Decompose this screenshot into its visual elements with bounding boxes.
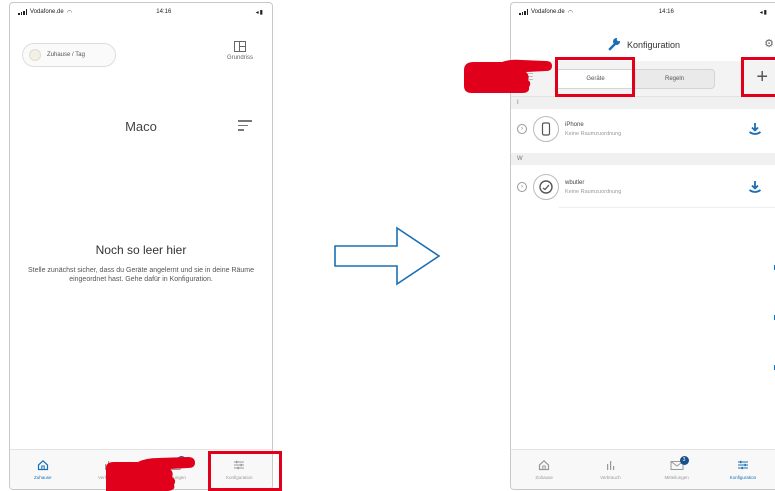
tutorial-canvas: Vodafone.de ◠ 14:16 ◂▮ Zuhause / Tag Gru… [0,0,775,491]
device-room: Keine Raumzuordnung [565,130,622,137]
tab-verbrauch[interactable]: Verbrauch [577,450,643,489]
home-icon [538,459,550,471]
tab-label: Zuhause [535,475,553,480]
signal-icon [18,9,27,15]
install-icon[interactable] [748,122,762,141]
tab-mitteilungen[interactable]: 3 Mitteilungen [644,450,710,489]
status-bar: Vodafone.de ◠ 14:16 ◂▮ [511,3,775,21]
section-header: W [511,153,775,165]
highlight-konfiguration-tab [208,451,282,491]
floorplan-button[interactable]: Grundriss [218,41,262,61]
chevron-right-icon[interactable]: › [517,124,527,134]
home-selector-label: Zuhause / Tag [47,52,85,58]
device-room: Keine Raumzuordnung [565,188,622,195]
segment-regeln[interactable]: Regeln [635,70,714,88]
battery-icon: ◂▮ [759,9,768,16]
tab-zuhause[interactable]: Zuhause [511,450,577,489]
home-avatar-icon [29,49,41,61]
signal-icon [519,9,528,15]
gear-icon[interactable]: ⚙ [764,37,774,50]
floorplan-icon [234,41,246,52]
tab-konfiguration[interactable]: Konfiguration [710,450,775,489]
battery-icon: ◂▮ [255,9,264,16]
highlight-add-button [741,57,775,97]
tab-zuhause[interactable]: Zuhause [10,450,76,489]
highlight-geraete-segment [555,57,635,97]
tab-bar: Zuhause Verbrauch 3 Mitteilungen Konfig [511,449,775,489]
wifi-icon: ◠ [567,9,573,16]
device-name: iPhone [565,121,584,128]
status-time: 14:16 [658,9,674,15]
home-icon [37,459,49,471]
gauge-icon [533,174,559,200]
phone-screen-home: Vodafone.de ◠ 14:16 ◂▮ Zuhause / Tag Gru… [9,2,273,490]
tab-label: Verbrauch [600,475,621,480]
carrier-label: Vodafone.de [30,9,64,15]
nav-bar-title: Konfiguration [511,37,775,53]
status-bar: Vodafone.de ◠ 14:16 ◂▮ [10,3,272,21]
status-time: 14:16 [156,9,172,15]
sliders-icon [737,459,749,471]
tab-label: Mitteilungen [664,475,689,480]
tab-label: Zuhause [33,475,52,480]
room-title: Maco [125,119,157,134]
device-row-wbutler[interactable]: › wbutler Keine Raumzuordnung [511,167,775,207]
device-row-iphone[interactable]: › iPhone Keine Raumzuordnung [511,109,775,149]
wrench-icon [607,37,621,53]
divider [559,207,775,208]
install-icon[interactable] [748,180,762,199]
page-title: Konfiguration [626,40,681,50]
pointing-hand-icon [106,457,195,491]
sort-icon[interactable] [238,120,252,134]
empty-state-text: Stelle zunächst sicher, dass du Geräte a… [27,267,255,283]
carrier-label: Vodafone.de [531,9,565,15]
tab-label: Konfiguration [729,475,757,480]
wifi-icon: ◠ [66,9,72,16]
arrow-right-icon [334,226,441,286]
chart-icon [604,459,616,471]
empty-state-title: Noch so leer hier [95,243,187,257]
floorplan-label: Grundriss [226,55,253,61]
device-name: wbutler [565,179,585,186]
notification-badge: 3 [679,456,689,465]
section-header: I [511,97,775,109]
pointing-hand-icon [464,59,552,93]
home-selector-chip[interactable]: Zuhause / Tag [22,43,116,67]
phone-icon [533,116,559,142]
chevron-right-icon[interactable]: › [517,182,527,192]
